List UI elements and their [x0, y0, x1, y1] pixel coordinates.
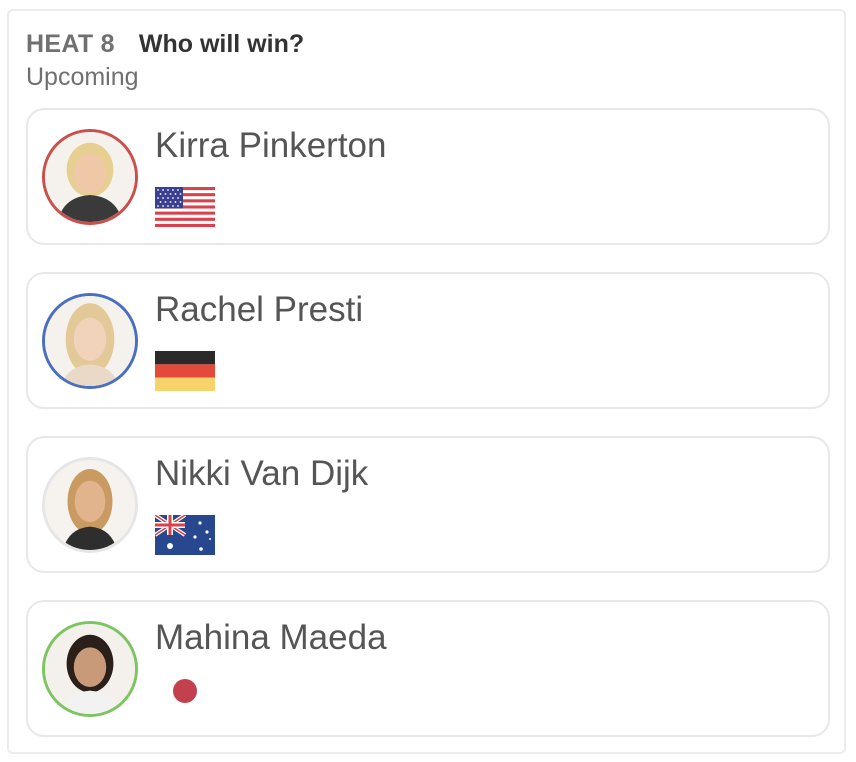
japan-flag-icon	[173, 679, 197, 703]
surfer-option-rachel-presti[interactable]: Rachel Presti	[26, 272, 830, 409]
australia-flag-icon	[155, 515, 215, 555]
surfer-option-mahina-maeda[interactable]: Mahina Maeda	[26, 600, 830, 737]
heat-question: Who will win?	[138, 30, 305, 58]
usa-flag-icon	[155, 187, 215, 227]
germany-flag-icon	[155, 351, 215, 391]
avatar	[42, 457, 138, 553]
heat-card: HEAT 8 Who will win? Upcoming Kirra Pink…	[7, 9, 846, 754]
heat-status: Upcoming	[26, 63, 139, 91]
surfer-name: Nikki Van Dijk	[155, 454, 369, 493]
surfer-option-nikki-van-dijk[interactable]: Nikki Van Dijk	[26, 436, 830, 573]
avatar	[42, 621, 138, 717]
avatar	[42, 293, 138, 389]
surfer-name: Kirra Pinkerton	[155, 126, 387, 165]
surfer-option-kirra-pinkerton[interactable]: Kirra Pinkerton	[26, 108, 830, 245]
avatar	[42, 129, 138, 225]
heat-label: HEAT 8	[26, 30, 115, 58]
surfer-name: Rachel Presti	[155, 290, 364, 329]
heat-header: HEAT 8 Who will win?	[26, 30, 304, 59]
surfer-name: Mahina Maeda	[155, 618, 387, 657]
